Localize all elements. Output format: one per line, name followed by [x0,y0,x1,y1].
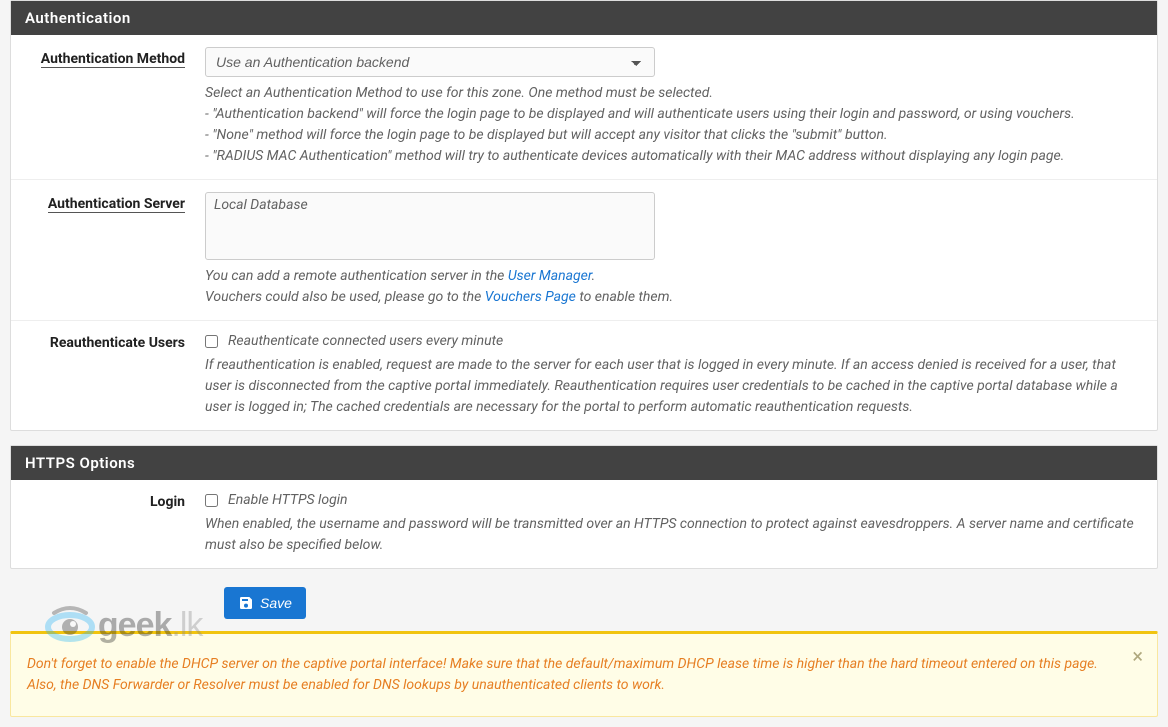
reauth-row: Reauthenticate Users Reauthenticate conn… [11,321,1157,430]
dhcp-warning-alert: × Don't forget to enable the DHCP server… [10,631,1158,717]
https-login-label: Login [25,492,205,556]
user-manager-link[interactable]: User Manager [508,268,592,284]
save-button[interactable]: Save [224,587,306,619]
https-options-header: HTTPS Options [11,446,1157,480]
https-login-help: When enabled, the username and password … [205,514,1143,556]
https-login-checkbox-label: Enable HTTPS login [228,492,348,508]
alert-text: Don't forget to enable the DHCP server o… [27,656,1098,693]
https-login-row: Login Enable HTTPS login When enabled, t… [11,480,1157,568]
reauth-checkbox[interactable] [205,335,218,348]
reauth-help: If reauthentication is enabled, request … [205,355,1143,418]
save-icon [238,595,254,611]
authentication-header: Authentication [11,1,1157,35]
auth-server-row: Authentication Server Local Database You… [11,180,1157,321]
close-icon[interactable]: × [1132,646,1143,666]
auth-server-label: Authentication Server [25,192,205,308]
https-login-checkbox[interactable] [205,494,218,507]
reauth-label: Reauthenticate Users [25,333,205,418]
reauth-checkbox-label: Reauthenticate connected users every min… [228,333,503,349]
vouchers-page-link[interactable]: Vouchers Page [485,289,576,305]
auth-method-select[interactable]: Use an Authentication backend [205,47,655,77]
authentication-panel: Authentication Authentication Method Use… [10,0,1158,431]
auth-method-row: Authentication Method Use an Authenticat… [11,35,1157,180]
actions-row: Save [10,575,1158,631]
auth-method-label: Authentication Method [25,47,205,167]
auth-server-select[interactable]: Local Database [205,192,655,260]
auth-server-help: You can add a remote authentication serv… [205,266,1143,308]
auth-method-help: Select an Authentication Method to use f… [205,83,1143,167]
https-options-panel: HTTPS Options Login Enable HTTPS login W… [10,445,1158,569]
